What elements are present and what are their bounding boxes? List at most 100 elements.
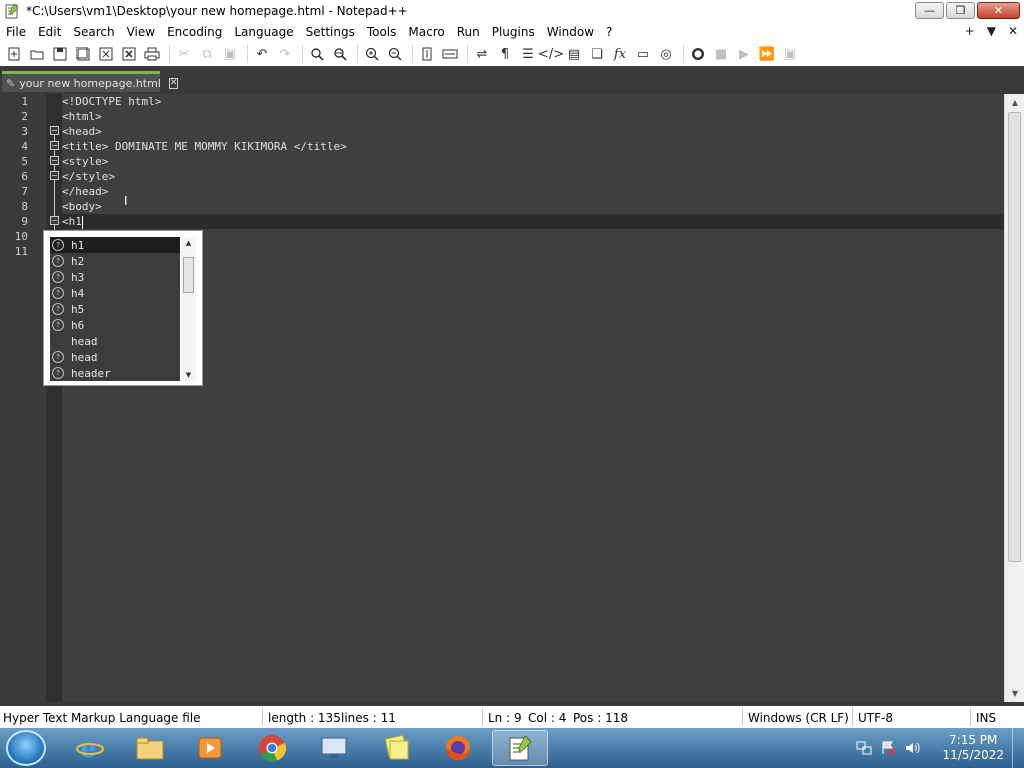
- print-icon[interactable]: [142, 44, 162, 64]
- line-number-gutter: 1 2 3 4 5 6 7 8 9 10 11: [0, 94, 46, 702]
- scroll-thumb[interactable]: [1008, 112, 1021, 562]
- menu-encoding[interactable]: Encoding: [161, 25, 228, 39]
- line-number: 1: [21, 95, 28, 108]
- new-file-icon[interactable]: [4, 44, 24, 64]
- scroll-up-icon[interactable]: ▲: [1005, 94, 1024, 111]
- sticky-notes-icon[interactable]: [368, 730, 424, 766]
- find-icon[interactable]: [307, 44, 327, 64]
- close-button[interactable]: ✕: [977, 2, 1020, 19]
- scroll-down-icon[interactable]: ▼: [181, 369, 196, 381]
- status-encoding[interactable]: UTF-8: [858, 710, 893, 726]
- chrome-icon[interactable]: [244, 730, 300, 766]
- status-insert-mode[interactable]: INS: [976, 710, 996, 726]
- scroll-up-icon[interactable]: ▲: [181, 237, 196, 249]
- menu-plugins[interactable]: Plugins: [486, 25, 541, 39]
- play-macro-icon[interactable]: ▶: [734, 44, 754, 64]
- restore-button[interactable]: ❐: [946, 2, 975, 19]
- document-list-icon[interactable]: ❏: [587, 44, 607, 64]
- menu-view[interactable]: View: [121, 25, 161, 39]
- media-player-icon[interactable]: [182, 730, 238, 766]
- open-file-icon[interactable]: [27, 44, 47, 64]
- close-tab-icon[interactable]: ✕: [1008, 24, 1018, 38]
- stop-macro-icon[interactable]: ■: [711, 44, 731, 64]
- editor-area[interactable]: 1 2 3 4 5 6 7 8 9 10 11 − − − − − <!DOCT…: [0, 94, 1024, 702]
- fold-toggle-html[interactable]: −: [50, 126, 59, 135]
- menu-run[interactable]: Run: [451, 25, 486, 39]
- menu-settings[interactable]: Settings: [300, 25, 361, 39]
- sync-horizontal-icon[interactable]: [440, 44, 460, 64]
- record-macro-icon[interactable]: [688, 44, 708, 64]
- undo-icon[interactable]: ↶: [252, 44, 272, 64]
- menu-edit[interactable]: Edit: [32, 25, 67, 39]
- autocomplete-scrollbar[interactable]: ▲ ▼: [181, 237, 196, 381]
- run-macro-multiple-icon[interactable]: ⏩: [757, 44, 777, 64]
- menu-window[interactable]: Window: [541, 25, 600, 39]
- status-column: Col : 4: [528, 711, 567, 725]
- menu-tools[interactable]: Tools: [361, 25, 403, 39]
- monitoring-icon[interactable]: ◎: [656, 44, 676, 64]
- internet-explorer-icon[interactable]: e: [62, 730, 118, 766]
- autocomplete-item[interactable]: ? h6: [50, 317, 180, 333]
- clock[interactable]: 7:15 PM 11/5/2022: [942, 733, 1004, 763]
- menu-help[interactable]: ?: [600, 25, 618, 39]
- title-bar: *C:\Users\vm1\Desktop\your new homepage.…: [0, 0, 1024, 22]
- save-macro-icon[interactable]: ▣: [780, 44, 800, 64]
- show-desktop-button[interactable]: [1012, 728, 1024, 768]
- code-text[interactable]: <!DOCTYPE html> <html> <head> <title> DO…: [62, 94, 1004, 702]
- scroll-thumb[interactable]: [183, 257, 194, 293]
- line-number: 2: [21, 110, 28, 123]
- folder-workspace-icon[interactable]: ▭: [633, 44, 653, 64]
- file-explorer-icon[interactable]: [122, 730, 178, 766]
- status-eol[interactable]: Windows (CR LF): [748, 710, 849, 726]
- menu-search[interactable]: Search: [67, 25, 120, 39]
- firefox-icon[interactable]: [430, 730, 486, 766]
- fold-toggle-title[interactable]: −: [50, 156, 59, 165]
- function-list-icon[interactable]: fx: [610, 44, 630, 64]
- paste-icon[interactable]: ▣: [220, 44, 240, 64]
- autocomplete-item[interactable]: ? h2: [50, 253, 180, 269]
- zoom-out-icon[interactable]: [385, 44, 405, 64]
- indent-guide-icon[interactable]: ☰: [518, 44, 538, 64]
- cut-icon[interactable]: ✂: [174, 44, 194, 64]
- new-tab-icon[interactable]: +: [965, 24, 975, 38]
- fold-toggle-style[interactable]: −: [50, 171, 59, 180]
- redo-icon[interactable]: ↷: [275, 44, 295, 64]
- fold-toggle-body[interactable]: −: [50, 216, 59, 225]
- ibeam-cursor-icon: I: [124, 194, 128, 208]
- xml-tag-icon[interactable]: </>: [538, 44, 564, 64]
- close-all-icon[interactable]: [119, 44, 139, 64]
- tab-your-new-homepage[interactable]: ✎ your new homepage.html ✕: [2, 71, 179, 92]
- notepadpp-taskbar-icon[interactable]: [492, 730, 548, 766]
- sync-vertical-icon[interactable]: [417, 44, 437, 64]
- volume-icon[interactable]: [904, 740, 921, 756]
- document-map-icon[interactable]: ▤: [564, 44, 584, 64]
- action-center-icon[interactable]: [880, 740, 896, 756]
- replace-icon[interactable]: [330, 44, 350, 64]
- word-wrap-icon[interactable]: ⇌: [472, 44, 492, 64]
- network-icon[interactable]: [856, 740, 872, 756]
- autocomplete-item[interactable]: ? head: [50, 349, 180, 365]
- save-all-icon[interactable]: [73, 44, 93, 64]
- remote-desktop-icon[interactable]: [306, 730, 362, 766]
- autocomplete-item[interactable]: ? h1: [50, 237, 180, 253]
- menu-file[interactable]: File: [0, 25, 32, 39]
- autocomplete-item[interactable]: ? h3: [50, 269, 180, 285]
- autocomplete-item[interactable]: ? h5: [50, 301, 180, 317]
- minimize-button[interactable]: —: [915, 2, 944, 19]
- menu-language[interactable]: Language: [228, 25, 299, 39]
- start-button[interactable]: [6, 730, 46, 766]
- autocomplete-item[interactable]: head: [50, 333, 180, 349]
- tab-list-icon[interactable]: ▼: [987, 24, 996, 38]
- autocomplete-item[interactable]: ? h4: [50, 285, 180, 301]
- save-icon[interactable]: [50, 44, 70, 64]
- close-file-icon[interactable]: [96, 44, 116, 64]
- zoom-in-icon[interactable]: [362, 44, 382, 64]
- menu-macro[interactable]: Macro: [402, 25, 450, 39]
- show-all-chars-icon[interactable]: ¶: [495, 44, 515, 64]
- fold-toggle-head[interactable]: −: [50, 141, 59, 150]
- autocomplete-item[interactable]: ? header: [50, 365, 180, 381]
- copy-icon[interactable]: ⧉: [197, 44, 217, 64]
- vertical-scrollbar[interactable]: ▲ ▼: [1004, 94, 1024, 702]
- tab-close-button[interactable]: ✕: [168, 77, 179, 89]
- scroll-down-icon[interactable]: ▼: [1005, 685, 1024, 702]
